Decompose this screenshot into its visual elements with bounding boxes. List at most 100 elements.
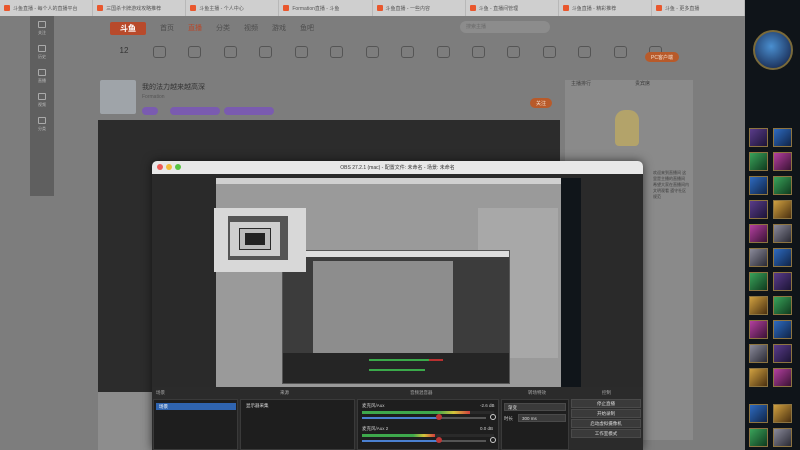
- browser-tab[interactable]: 斗鱼直播 - 每个人的直播平台: [0, 0, 94, 16]
- obs-window: OBS 27.2.1 (mac) - 配置文件: 未命名 - 场景: 未命名 场…: [152, 161, 643, 450]
- category-icon: [152, 46, 166, 58]
- tab-label: Formation直播 - 斗鱼: [292, 5, 340, 12]
- skill-slot[interactable]: [749, 176, 768, 195]
- browser-tab[interactable]: 斗鱼直播 - 一些内容: [373, 0, 466, 16]
- minimize-icon[interactable]: [166, 164, 172, 170]
- skill-slot[interactable]: [749, 248, 768, 267]
- start-recording-button[interactable]: 开始录制: [571, 409, 641, 418]
- site-search-input[interactable]: 搜索主播: [460, 21, 550, 33]
- controls-panel: 停止直播 开始录制 启动虚拟摄像机 工作室模式: [571, 399, 642, 450]
- skill-slot[interactable]: [749, 224, 768, 243]
- mixer-channel-db: -2.6 dB: [480, 403, 495, 408]
- skill-slot[interactable]: [773, 428, 792, 447]
- mixer-volume-fill: [362, 417, 439, 419]
- close-icon[interactable]: [157, 164, 163, 170]
- pc-client-button[interactable]: PC客户端: [645, 52, 679, 62]
- skill-slot[interactable]: [773, 152, 792, 171]
- skill-slot[interactable]: [773, 200, 792, 219]
- category-item[interactable]: [606, 46, 634, 80]
- gear-icon[interactable]: [490, 437, 496, 443]
- skill-slot[interactable]: [749, 200, 768, 219]
- category-item[interactable]: [465, 46, 493, 80]
- skill-slot[interactable]: [749, 404, 768, 423]
- duration-field[interactable]: 300 ms: [518, 414, 566, 422]
- obs-title-bar[interactable]: OBS 27.2.1 (mac) - 配置文件: 未命名 - 场景: 未命名: [152, 161, 643, 174]
- skill-slot[interactable]: [773, 128, 792, 147]
- skill-slot[interactable]: [773, 272, 792, 291]
- left-nav-item[interactable]: 分类: [30, 112, 54, 136]
- category-item[interactable]: [571, 46, 599, 80]
- audio-mixer: 麦克风/Aux -2.6 dB 麦克风/Aux 2 0.0 dB: [357, 399, 499, 450]
- skill-slot[interactable]: [749, 344, 768, 363]
- skill-slot[interactable]: [749, 128, 768, 147]
- volume-slider-knob[interactable]: [436, 437, 442, 443]
- category-item[interactable]: [394, 46, 422, 80]
- site-logo[interactable]: 斗鱼: [110, 21, 146, 35]
- mixer-volume-slider[interactable]: [362, 417, 486, 419]
- sources-list: 显示器采集: [240, 399, 355, 450]
- streamer-name[interactable]: Formation: [142, 94, 165, 100]
- category-item[interactable]: [145, 46, 173, 80]
- volume-slider-knob[interactable]: [436, 414, 442, 420]
- skill-slot[interactable]: [749, 296, 768, 315]
- left-nav-item[interactable]: 历史: [30, 40, 54, 64]
- left-nav-item[interactable]: 直播: [30, 64, 54, 88]
- category-item[interactable]: [535, 46, 563, 80]
- scene-item[interactable]: 场景: [156, 403, 236, 410]
- category-item[interactable]: [323, 46, 351, 80]
- category-item[interactable]: [252, 46, 280, 80]
- skill-slot[interactable]: [773, 248, 792, 267]
- category-item[interactable]: [500, 46, 528, 80]
- browser-tab[interactable]: 斗鱼直播 - 精彩推荐: [559, 0, 652, 16]
- category-item[interactable]: [287, 46, 315, 80]
- level-badge: [142, 107, 158, 115]
- nested-meter-peak: [429, 359, 443, 361]
- skill-slot[interactable]: [773, 296, 792, 315]
- browser-tab[interactable]: 斗鱼 - 直播间管理: [466, 0, 559, 16]
- nav-category[interactable]: 分类: [216, 23, 230, 33]
- browser-tab[interactable]: 斗鱼 - 更多直播: [652, 0, 745, 16]
- left-nav-item[interactable]: 视频: [30, 88, 54, 112]
- skill-slot[interactable]: [749, 272, 768, 291]
- studio-mode-button[interactable]: 工作室模式: [571, 429, 641, 438]
- nav-live[interactable]: 直播: [188, 23, 202, 33]
- streamer-avatar[interactable]: [100, 80, 136, 114]
- skill-slot[interactable]: [773, 176, 792, 195]
- start-virtual-camera-button[interactable]: 启动虚拟摄像机: [571, 419, 641, 428]
- category-item[interactable]: [429, 46, 457, 80]
- browser-tab[interactable]: 三国杀卡牌游戏攻略推荐: [93, 0, 187, 16]
- stop-streaming-button[interactable]: 停止直播: [571, 399, 641, 408]
- tab-rank[interactable]: 主播排行: [571, 80, 591, 90]
- follow-button[interactable]: 关注: [530, 98, 553, 108]
- obs-preview[interactable]: [152, 174, 643, 387]
- skill-slot[interactable]: [773, 368, 792, 387]
- nav-home[interactable]: 首页: [160, 23, 174, 33]
- category-item[interactable]: [181, 46, 209, 80]
- category-item[interactable]: [216, 46, 244, 80]
- nav-games[interactable]: 游戏: [272, 23, 286, 33]
- gear-icon[interactable]: [490, 414, 496, 420]
- skill-slot[interactable]: [773, 344, 792, 363]
- left-nav-item[interactable]: 关注: [30, 16, 54, 40]
- nav-yuba[interactable]: 鱼吧: [300, 23, 314, 33]
- maximize-icon[interactable]: [175, 164, 181, 170]
- skill-slot[interactable]: [749, 152, 768, 171]
- mixer-volume-slider[interactable]: [362, 440, 486, 442]
- left-nav-label: 历史: [38, 53, 46, 59]
- skill-slot[interactable]: [749, 320, 768, 339]
- skill-slot[interactable]: [749, 368, 768, 387]
- skill-slot[interactable]: [749, 428, 768, 447]
- skill-slot[interactable]: [773, 404, 792, 423]
- nav-video[interactable]: 视频: [244, 23, 258, 33]
- skill-slot[interactable]: [773, 320, 792, 339]
- browser-tab[interactable]: Formation直播 - 斗鱼: [279, 0, 373, 16]
- source-item[interactable]: 显示器采集: [243, 402, 353, 410]
- tab-label: 三国杀卡牌游戏攻略推荐: [106, 5, 162, 12]
- category-item[interactable]: 12: [110, 46, 138, 80]
- transition-select[interactable]: 渐变: [504, 403, 566, 411]
- nested-meter: [369, 369, 425, 371]
- browser-tab[interactable]: 斗鱼主播 - 个人中心: [186, 0, 280, 16]
- category-item[interactable]: [358, 46, 386, 80]
- tab-vip[interactable]: 贵宾席: [635, 80, 650, 90]
- skill-slot[interactable]: [773, 224, 792, 243]
